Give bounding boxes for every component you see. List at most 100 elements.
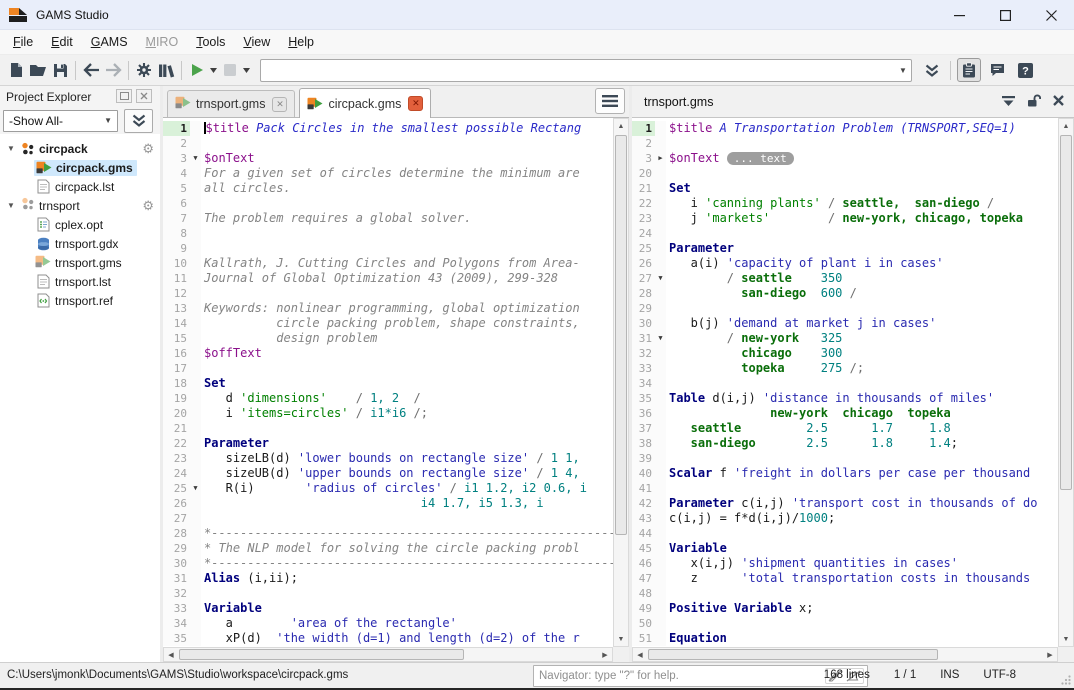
tree-expand-icon[interactable]: ▼ [4, 201, 18, 210]
code-line[interactable]: 31Alias (i,ii); [163, 571, 613, 586]
code-line[interactable]: 41 [632, 481, 1058, 496]
tree-expand-icon[interactable]: ▼ [4, 144, 18, 153]
file-item-trnsport-lst[interactable]: trnsport.lst [0, 272, 160, 291]
scroll-up-icon[interactable]: ▲ [614, 119, 628, 133]
code-line[interactable]: 22Parameter [163, 436, 613, 451]
code-line[interactable]: 32 [163, 586, 613, 601]
code-line[interactable]: 39 [632, 451, 1058, 466]
file-item-trnsport-ref[interactable]: trnsport.ref [0, 291, 160, 310]
code-line[interactable]: 46 x(i,j) 'shipment quantities in cases' [632, 556, 1058, 571]
code-line[interactable]: 21 [163, 421, 613, 436]
project-options-gear-icon[interactable]: ⚙ [142, 199, 154, 212]
model-library-button[interactable] [156, 58, 176, 82]
code-line[interactable]: 24 [632, 226, 1058, 241]
tab-list-menu-button[interactable] [595, 88, 625, 114]
panel-float-button[interactable] [116, 89, 132, 103]
code-line[interactable]: 2 [163, 136, 613, 151]
code-line[interactable]: 14 circle packing problem, shape constra… [163, 316, 613, 331]
code-line[interactable]: 40Scalar f 'freight in dollars per case … [632, 466, 1058, 481]
code-line[interactable]: 35Table d(i,j) 'distance in thousands of… [632, 391, 1058, 406]
save-button[interactable] [50, 58, 70, 82]
code-line[interactable]: 23 sizeLB(d) 'lower bounds on rectangle … [163, 451, 613, 466]
code-line[interactable]: 38 san-diego 2.5 1.8 1.4; [632, 436, 1058, 451]
scroll-down-icon[interactable]: ▼ [1059, 632, 1073, 646]
tab-trnsport-gms[interactable]: trnsport.gms✕ [167, 90, 295, 117]
code-line[interactable]: 22 i 'canning plants' / seattle, san-die… [632, 196, 1058, 211]
code-line[interactable]: 4For a given set of circles determine th… [163, 166, 613, 181]
code-editor-circpack[interactable]: 1$title Pack Circles in the smallest pos… [163, 118, 613, 647]
scrollbar-thumb[interactable] [1060, 135, 1072, 490]
expand-collapse-all-button[interactable] [124, 109, 153, 133]
code-line[interactable]: 15 design problem [163, 331, 613, 346]
code-line[interactable]: 10Kallrath, J. Cutting Circles and Polyg… [163, 256, 613, 271]
gams-parameter-input[interactable] [265, 61, 895, 80]
tab-circpack-gms[interactable]: circpack.gms✕ [299, 88, 431, 118]
scrollbar-thumb[interactable] [179, 649, 464, 660]
code-line[interactable]: 30 b(j) 'demand at market j in cases' [632, 316, 1058, 331]
code-line[interactable]: 7The problem requires a global solver. [163, 211, 613, 226]
tab-close-button[interactable]: ✕ [408, 96, 423, 111]
code-line[interactable]: 34 [632, 376, 1058, 391]
new-file-button[interactable] [6, 58, 26, 82]
scroll-up-icon[interactable]: ▲ [1059, 119, 1073, 133]
file-item-cplex-opt[interactable]: cplex.opt [0, 215, 160, 234]
scroll-right-icon[interactable]: ▶ [598, 648, 612, 661]
process-log-button[interactable] [957, 58, 981, 82]
vertical-scrollbar[interactable]: ▲ ▼ [1058, 118, 1074, 647]
fold-marker-icon[interactable]: ▼ [655, 271, 666, 286]
code-line[interactable]: 17 [163, 361, 613, 376]
file-item-trnsport-gms[interactable]: trnsport.gms [0, 253, 160, 272]
gams-parameter-combobox[interactable]: ▼ [260, 59, 912, 82]
scroll-left-icon[interactable]: ◀ [164, 648, 178, 661]
project-item-trnsport[interactable]: ▼trnsport⚙ [0, 196, 160, 215]
code-line[interactable]: 30*-------------------------------------… [163, 556, 613, 571]
file-item-trnsport-gdx[interactable]: trnsport.gdx [0, 234, 160, 253]
fold-marker-icon[interactable]: ▼ [190, 481, 201, 496]
fold-marker-icon[interactable]: ▶ [655, 151, 666, 166]
code-line[interactable]: 29* The NLP model for solving the circle… [163, 541, 613, 556]
code-line[interactable]: 20 [632, 166, 1058, 181]
combobox-dropdown-icon[interactable]: ▼ [895, 66, 911, 75]
vertical-scrollbar[interactable]: ▲ ▼ [613, 118, 629, 647]
code-line[interactable]: 44 [632, 526, 1058, 541]
code-line[interactable]: 9 [163, 241, 613, 256]
code-line[interactable]: 2 [632, 136, 1058, 151]
code-line[interactable]: 1$title A Transportation Problem (TRNSPO… [632, 121, 1058, 136]
file-item-circpack-lst[interactable]: circpack.lst [0, 177, 160, 196]
code-line[interactable]: 23 j 'markets' / new-york, chicago, tope… [632, 211, 1058, 226]
output-button[interactable] [985, 58, 1009, 82]
back-button[interactable] [81, 58, 101, 82]
fold-marker-icon[interactable]: ▼ [655, 331, 666, 346]
code-line[interactable]: 16$offText [163, 346, 613, 361]
scroll-left-icon[interactable]: ◀ [633, 648, 647, 661]
scrollbar-thumb[interactable] [615, 135, 627, 535]
code-line[interactable]: 3▼$onText [163, 151, 613, 166]
code-line[interactable]: 35 xP(d) 'the width (d=1) and length (d=… [163, 631, 613, 646]
unlock-pane-button[interactable] [1027, 94, 1041, 110]
tab-close-button[interactable]: ✕ [272, 97, 287, 112]
code-line[interactable]: 45Variable [632, 541, 1058, 556]
settings-button[interactable] [134, 58, 154, 82]
navigator-input[interactable] [539, 670, 825, 682]
show-all-dropdown[interactable]: -Show All- ▼ [3, 110, 118, 132]
project-options-gear-icon[interactable]: ⚙ [142, 142, 154, 155]
resize-grip[interactable] [1061, 675, 1071, 685]
code-line[interactable]: 19 d 'dimensions' / 1, 2 / [163, 391, 613, 406]
panel-close-button[interactable] [136, 89, 152, 103]
scrollbar-thumb[interactable] [648, 649, 938, 660]
maximize-button[interactable] [982, 0, 1028, 30]
code-line[interactable]: 42Parameter c(i,j) 'transport cost in th… [632, 496, 1058, 511]
dock-pane-button[interactable] [1002, 95, 1015, 109]
code-line[interactable]: 11Journal of Global Optimization 43 (200… [163, 271, 613, 286]
horizontal-scrollbar[interactable]: ◀ ▶ [163, 647, 613, 662]
open-file-button[interactable] [28, 58, 48, 82]
horizontal-scrollbar[interactable]: ◀ ▶ [632, 647, 1058, 662]
code-line[interactable]: 47 z 'total transportation costs in thou… [632, 571, 1058, 586]
file-item-circpack-gms[interactable]: circpack.gms [0, 158, 160, 177]
code-line[interactable]: 36 new-york chicago topeka [632, 406, 1058, 421]
code-line[interactable]: 33 topeka 275 /; [632, 361, 1058, 376]
code-line[interactable]: 28*-------------------------------------… [163, 526, 613, 541]
code-line[interactable]: 50 [632, 616, 1058, 631]
menu-view[interactable]: View [234, 32, 279, 52]
code-line[interactable]: 31▼ / new-york 325 [632, 331, 1058, 346]
